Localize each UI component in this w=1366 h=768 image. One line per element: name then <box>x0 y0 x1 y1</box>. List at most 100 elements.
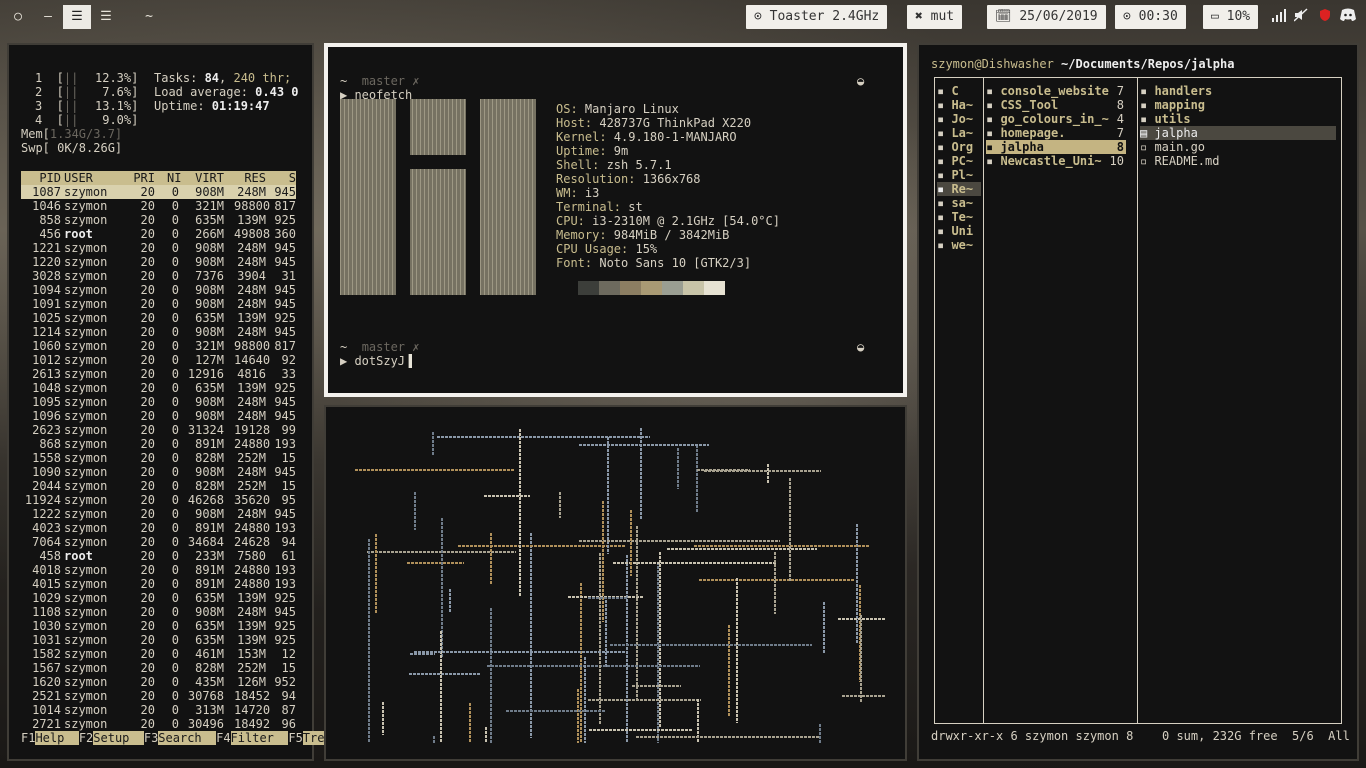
command-input[interactable]: ▶ dotSzyJ▌ <box>340 354 413 368</box>
fkey-label-filter[interactable]: Filter <box>230 731 289 745</box>
workspace-2[interactable]: — <box>34 5 62 29</box>
parent-entry[interactable]: ▪ Uni <box>937 224 981 238</box>
table-row[interactable]: 1090 szymon 20 0 908M 248M 945 <box>21 465 296 479</box>
table-row[interactable]: 1091 szymon 20 0 908M 248M 945 <box>21 297 296 311</box>
table-row[interactable]: 1095 szymon 20 0 908M 248M 945 <box>21 395 296 409</box>
table-row[interactable]: 1558 szymon 20 0 828M 252M 15 <box>21 451 296 465</box>
parent-entry[interactable]: ▪ we~ <box>937 238 981 252</box>
table-row[interactable]: 1060 szymon 20 0 321M 98800 817 <box>21 339 296 353</box>
table-row[interactable]: 1014 szymon 20 0 313M 14720 87 <box>21 703 296 717</box>
column-header-res[interactable]: RES <box>234 171 266 185</box>
parent-entry[interactable]: ▪ Org <box>937 140 981 154</box>
preview-entry[interactable]: ▪ utils <box>1140 112 1336 126</box>
table-row[interactable]: 7064 szymon 20 0 34684 24628 94 <box>21 535 296 549</box>
cell: szymon <box>64 465 108 479</box>
table-row[interactable]: 11924 szymon 20 0 46268 35620 95 <box>21 493 296 507</box>
fkey-label-search[interactable]: Search <box>158 731 217 745</box>
table-row[interactable]: 1025 szymon 20 0 635M 139M 925 <box>21 311 296 325</box>
table-row[interactable]: 1582 szymon 20 0 461M 153M 12 <box>21 647 296 661</box>
workspace-3[interactable]: ☰ <box>63 5 91 29</box>
table-row[interactable]: 1220 szymon 20 0 908M 248M 945 <box>21 255 296 269</box>
parent-entry[interactable]: ▪ Re~ <box>937 182 981 196</box>
ranger-window[interactable]: szymon@Dishwasher ~/Documents/Repos/jalp… <box>917 43 1359 761</box>
table-row[interactable]: 1031 szymon 20 0 635M 139M 925 <box>21 633 296 647</box>
table-row[interactable]: 1096 szymon 20 0 908M 248M 945 <box>21 409 296 423</box>
entry-label: mapping <box>1154 98 1206 112</box>
parent-entry[interactable]: ▪ PC~ <box>937 154 981 168</box>
table-row[interactable]: 2044 szymon 20 0 828M 252M 15 <box>21 479 296 493</box>
workspace-4[interactable]: ☰ <box>92 5 120 29</box>
wifi-icon[interactable] <box>1272 8 1286 26</box>
current-entry[interactable]: ▪ homepage. 7 <box>986 126 1126 140</box>
table-row[interactable]: 2721 szymon 20 0 30496 18492 96 <box>21 717 296 731</box>
pipes-window[interactable] <box>324 405 907 761</box>
parent-entry[interactable]: ▪ C <box>937 84 981 98</box>
table-row[interactable]: 1029 szymon 20 0 635M 139M 925 <box>21 591 296 605</box>
column-header-user[interactable]: USER <box>64 171 124 185</box>
preview-column[interactable]: ▪ handlers ▪ mapping ▪ utils ▤ jalpha ▫ main… <box>1138 78 1341 723</box>
fkey-label-setup[interactable]: Setup <box>93 731 144 745</box>
terminal-window[interactable]: ~ master ✗ ◒ ▶ neofetch OS: Manjaro Linu… <box>324 43 907 397</box>
column-header-pri[interactable]: PRI <box>127 171 155 185</box>
preview-entry[interactable]: ▫ README.md <box>1140 154 1336 168</box>
table-row[interactable]: 1030 szymon 20 0 635M 139M 925 <box>21 619 296 633</box>
table-row[interactable]: 1094 szymon 20 0 908M 248M 945 <box>21 283 296 297</box>
volume-status[interactable]: ✖ mut <box>907 5 963 29</box>
cell: szymon <box>64 451 108 465</box>
discord-icon[interactable] <box>1340 8 1356 26</box>
parent-entry[interactable]: ▪ Te~ <box>937 210 981 224</box>
table-row[interactable]: 2613 szymon 20 0 12916 4816 33 <box>21 367 296 381</box>
cell: 30768 <box>187 689 224 703</box>
muted-speaker-icon[interactable] <box>1293 8 1308 26</box>
preview-entry[interactable]: ▪ handlers <box>1140 84 1336 98</box>
fkey-label-help[interactable]: Help <box>35 731 79 745</box>
column-header-s[interactable]: S <box>272 171 296 185</box>
cell: szymon <box>64 591 108 605</box>
table-row[interactable]: 1222 szymon 20 0 908M 248M 945 <box>21 507 296 521</box>
table-row[interactable]: 1108 szymon 20 0 908M 248M 945 <box>21 605 296 619</box>
shield-icon[interactable] <box>1318 8 1332 26</box>
parent-entry[interactable]: ▪ Jo~ <box>937 112 981 126</box>
parent-entry[interactable]: ▪ sa~ <box>937 196 981 210</box>
current-entry[interactable]: ▪ CSS_Tool 8 <box>986 98 1126 112</box>
table-row[interactable]: 4015 szymon 20 0 891M 24880 193 <box>21 577 296 591</box>
preview-entry[interactable]: ▤ jalpha <box>1140 126 1336 140</box>
current-entry[interactable]: ▪ go_colours_in_~ 4 <box>986 112 1126 126</box>
table-row[interactable]: 1221 szymon 20 0 908M 248M 945 <box>21 241 296 255</box>
table-row[interactable]: 1087 szymon 20 0 908M 248M 945 <box>21 185 296 199</box>
column-header-ni[interactable]: NI <box>167 171 181 185</box>
table-row[interactable]: 2623 szymon 20 0 31324 19128 99 <box>21 423 296 437</box>
table-row[interactable]: 4023 szymon 20 0 891M 24880 193 <box>21 521 296 535</box>
table-row[interactable]: 1048 szymon 20 0 635M 139M 925 <box>21 381 296 395</box>
cell: 925 <box>274 381 296 395</box>
preview-entry[interactable]: ▫ main.go <box>1140 140 1336 154</box>
htop-window[interactable]: 1 [|| 12.3%] 2 [|| 7.6%] 3 [|| 13.1%] 4 [|| 9.0… <box>7 43 347 761</box>
folder-icon: ▪ <box>937 196 952 210</box>
table-row[interactable]: 1012 szymon 20 0 127M 14640 92 <box>21 353 296 367</box>
parent-column[interactable]: ▪ C ▪ Ha~ ▪ Jo~ ▪ La~ ▪ Org ▪ PC~ ▪ Pl~ ▪ Re~ ▪ … <box>935 78 984 723</box>
table-row[interactable]: 1046 szymon 20 0 321M 98800 817 <box>21 199 296 213</box>
table-row[interactable]: 458 root 20 0 233M 7580 61 <box>21 549 296 563</box>
parent-entry[interactable]: ▪ Ha~ <box>937 98 981 112</box>
parent-entry[interactable]: ▪ Pl~ <box>937 168 981 182</box>
column-header-virt[interactable]: VIRT <box>182 171 224 185</box>
workspace-5[interactable]: ~ <box>135 5 163 29</box>
table-row[interactable]: 3028 szymon 20 0 7376 3904 31 <box>21 269 296 283</box>
parent-entry[interactable]: ▪ La~ <box>937 126 981 140</box>
preview-entry[interactable]: ▪ mapping <box>1140 98 1336 112</box>
cell: 0 <box>171 213 179 227</box>
current-entry[interactable]: ▪ console_website 7 <box>986 84 1126 98</box>
current-entry[interactable]: ▪ jalpha 8 <box>986 140 1126 154</box>
column-header-pid[interactable]: PID <box>21 171 61 185</box>
table-row[interactable]: 2521 szymon 20 0 30768 18452 94 <box>21 689 296 703</box>
table-row[interactable]: 1567 szymon 20 0 828M 252M 15 <box>21 661 296 675</box>
table-row[interactable]: 858 szymon 20 0 635M 139M 925 <box>21 213 296 227</box>
table-row[interactable]: 1214 szymon 20 0 908M 248M 945 <box>21 325 296 339</box>
current-entry[interactable]: ▪ Newcastle_Uni~ 10 <box>986 154 1126 168</box>
table-row[interactable]: 456 root 20 0 266M 49808 360 <box>21 227 296 241</box>
table-row[interactable]: 868 szymon 20 0 891M 24880 193 <box>21 437 296 451</box>
table-row[interactable]: 4018 szymon 20 0 891M 24880 193 <box>21 563 296 577</box>
current-column[interactable]: ▪ console_website 7 ▪ CSS_Tool 8 ▪ go_colour… <box>984 78 1138 723</box>
table-row[interactable]: 1620 szymon 20 0 435M 126M 952 <box>21 675 296 689</box>
workspace-1[interactable]: ○ <box>4 5 32 29</box>
